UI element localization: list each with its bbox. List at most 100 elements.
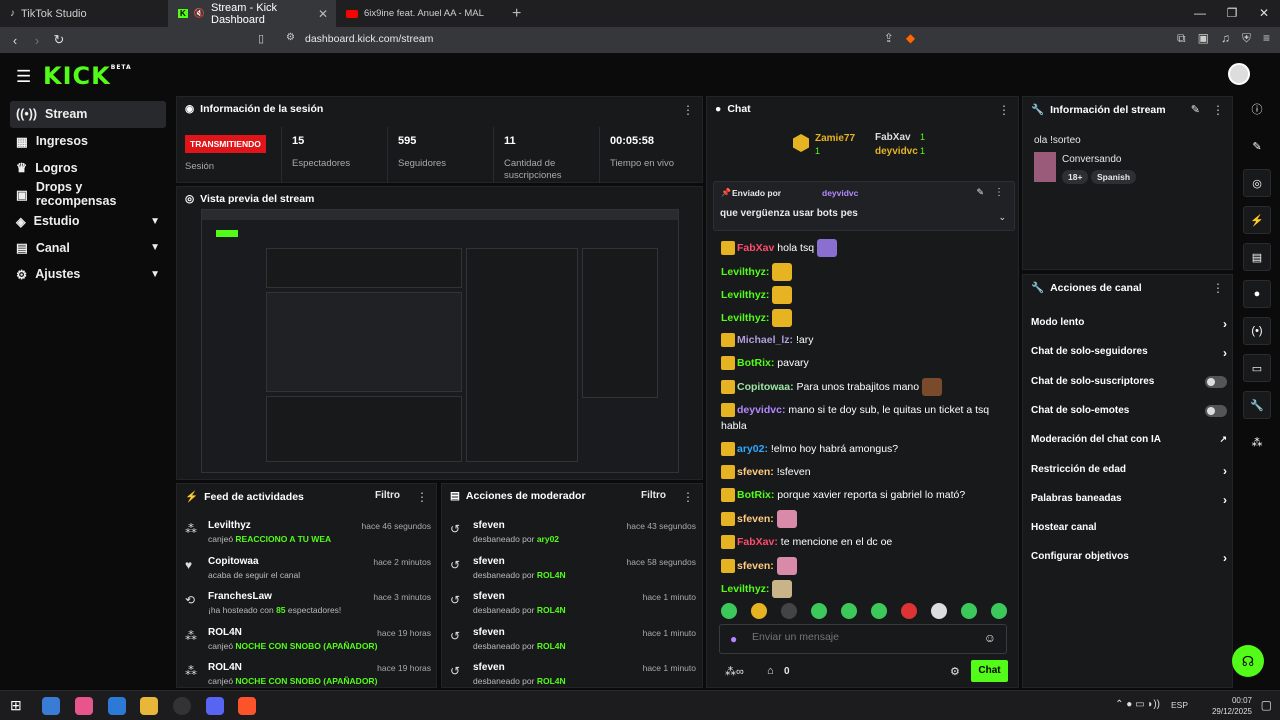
emote-picker-item[interactable] [961, 603, 977, 619]
chat-bubble-icon[interactable]: ● [1243, 280, 1271, 308]
hamburger-menu-icon[interactable]: ☰ [16, 67, 31, 87]
lightning-icon[interactable]: ⚡ [1243, 206, 1271, 234]
unpin-icon[interactable]: ✎ [976, 187, 984, 198]
chat-username[interactable]: ary02: [737, 443, 768, 455]
chat-username[interactable]: Levilthyz: [721, 289, 769, 301]
store-icon[interactable]: ⌂ [767, 665, 774, 677]
emote-picker-item[interactable] [751, 603, 767, 619]
site-info-icon[interactable]: ⚙ [286, 32, 295, 43]
language-indicator[interactable]: ESP [1171, 700, 1188, 710]
community-icon[interactable]: ⁂ [1243, 428, 1271, 456]
chat-username[interactable]: FabXav: [737, 536, 778, 548]
back-icon[interactable]: ‹ [4, 33, 26, 48]
chat-username[interactable]: sfeven: [737, 560, 774, 572]
close-window-icon[interactable]: ✕ [1248, 0, 1280, 27]
emote-picker-item[interactable] [991, 603, 1007, 619]
extensions-icon[interactable]: ⧉ [1177, 31, 1186, 46]
send-chat-button[interactable]: Chat [971, 660, 1008, 682]
tray-icons[interactable]: ⌃ ● ▭ ◗)) [1115, 699, 1160, 710]
channel-action-row[interactable]: Chat de solo-suscriptores [1031, 375, 1227, 396]
more-options-icon[interactable]: ⋮ [682, 490, 694, 504]
folder-icon[interactable] [140, 697, 158, 715]
sidebar-item-ajustes[interactable]: ⚙ Ajustes ▼ [10, 261, 166, 288]
discord-icon[interactable] [206, 697, 224, 715]
chat-username[interactable]: sfeven: [737, 466, 774, 478]
broadcast-icon[interactable]: (•) [1243, 317, 1271, 345]
community-icon[interactable]: ⁂∞ [725, 665, 744, 678]
channel-action-row[interactable]: Restricción de edad › [1031, 464, 1227, 484]
more-options-icon[interactable]: ⋮ [682, 103, 694, 117]
pinned-message[interactable]: 📌 Enviado por deyvidvc que vergüenza usa… [713, 181, 1015, 231]
minimize-icon[interactable]: — [1184, 0, 1216, 27]
brave-shield-icon[interactable]: ◆ [906, 31, 915, 46]
sidebar-item-stream[interactable]: ((•)) Stream [10, 101, 166, 128]
chat-message-input[interactable] [752, 631, 972, 643]
new-tab-icon[interactable]: + [504, 5, 529, 23]
forward-icon[interactable]: › [26, 33, 48, 48]
chevron-down-icon[interactable]: ⌄ [998, 212, 1006, 223]
mic-icon[interactable]: ● [730, 632, 737, 646]
chat-username[interactable]: FabXav [737, 242, 774, 254]
tab-youtube-music[interactable]: 6ix9ine feat. Anuel AA - MALA (L... [336, 0, 504, 27]
info-icon[interactable]: ⓘ [1243, 95, 1271, 123]
chat-input-box[interactable]: ● ☺ [719, 624, 1007, 654]
reload-icon[interactable]: ↻ [48, 32, 70, 48]
more-options-icon[interactable]: ⋮ [1212, 281, 1224, 295]
more-options-icon[interactable]: ⋮ [416, 490, 428, 504]
chat-username[interactable]: Levilthyz: [721, 583, 769, 595]
clock[interactable]: 00:07 29/12/2025 [1212, 695, 1252, 717]
channel-action-row[interactable]: Hostear canal [1031, 522, 1227, 542]
user-avatar[interactable] [1228, 63, 1250, 85]
emote-picker-item[interactable] [901, 603, 917, 619]
channel-action-row[interactable]: Palabras baneadas › [1031, 493, 1227, 513]
windows-start-icon[interactable]: ⊞ [10, 697, 22, 714]
share-icon[interactable]: ⇪ [884, 31, 894, 46]
emote-picker-item[interactable] [721, 603, 737, 619]
feed-filter-button[interactable]: Filtro [375, 490, 400, 501]
more-options-icon[interactable]: ⋮ [1212, 103, 1224, 117]
channel-action-row[interactable]: Moderación del chat con IA ↗ [1031, 434, 1227, 454]
emote-picker-item[interactable] [931, 603, 947, 619]
maximize-icon[interactable]: ❐ [1216, 0, 1248, 27]
edit-icon[interactable]: ✎ [1191, 103, 1200, 116]
menu-icon[interactable]: ≡ [1263, 31, 1270, 46]
more-options-icon[interactable]: ⋮ [994, 187, 1004, 198]
vpn-icon[interactable]: ⛨ [1242, 31, 1251, 46]
sidebar-item-canal[interactable]: ▤ Canal ▼ [10, 234, 166, 261]
sidebar-item-estudio[interactable]: ◈ Estudio ▼ [10, 208, 166, 235]
stream-preview-video[interactable] [201, 209, 679, 473]
emote-picker-item[interactable] [871, 603, 887, 619]
app-icon-1[interactable] [42, 697, 60, 715]
emote-picker-item[interactable] [781, 603, 797, 619]
chat-username[interactable]: BotRix: [737, 357, 774, 369]
help-button[interactable]: ☊ [1232, 645, 1264, 677]
music-icon[interactable]: ♫ [1221, 31, 1230, 46]
emote-picker-item[interactable] [811, 603, 827, 619]
chat-username[interactable]: Michael_lz: [737, 334, 793, 346]
clip-icon[interactable]: ▭ [1243, 354, 1271, 382]
chat-settings-icon[interactable]: ⚙ [950, 665, 960, 678]
sidebar-item-ingresos[interactable]: ▦ Ingresos [10, 128, 166, 155]
url-input[interactable]: dashboard.kick.com/stream [305, 33, 433, 45]
app-icon-store[interactable] [108, 697, 126, 715]
wrench-icon[interactable]: 🔧 [1243, 391, 1271, 419]
notification-icon[interactable]: ▢ [1261, 698, 1272, 712]
channel-action-row[interactable]: Configurar objetivos › [1031, 551, 1227, 571]
edit-icon[interactable]: ✎ [1243, 132, 1271, 160]
emoji-icon[interactable]: ☺ [984, 631, 996, 645]
chat-username[interactable]: sfeven: [737, 513, 774, 525]
brave-icon[interactable] [238, 697, 256, 715]
sidebar-item-logros[interactable]: ♛ Logros [10, 154, 166, 181]
toggle-switch[interactable] [1205, 375, 1227, 388]
mod-filter-button[interactable]: Filtro [641, 490, 666, 501]
chat-username[interactable]: Copitowaa: [737, 381, 794, 393]
close-tab-icon[interactable]: ✕ [318, 7, 328, 21]
tab-tiktok-studio[interactable]: ♪ TikTok Studio [0, 0, 168, 27]
app-icon-copilot[interactable] [75, 697, 93, 715]
channel-action-row[interactable]: Modo lento › [1031, 317, 1227, 337]
sidebar-icon[interactable]: ▣ [1198, 31, 1209, 46]
obs-icon[interactable] [173, 697, 191, 715]
chat-username[interactable]: deyvidvc: [737, 404, 785, 416]
bookmark-icon[interactable]: ▯ [258, 32, 264, 45]
channel-action-row[interactable]: Chat de solo-seguidores › [1031, 346, 1227, 366]
